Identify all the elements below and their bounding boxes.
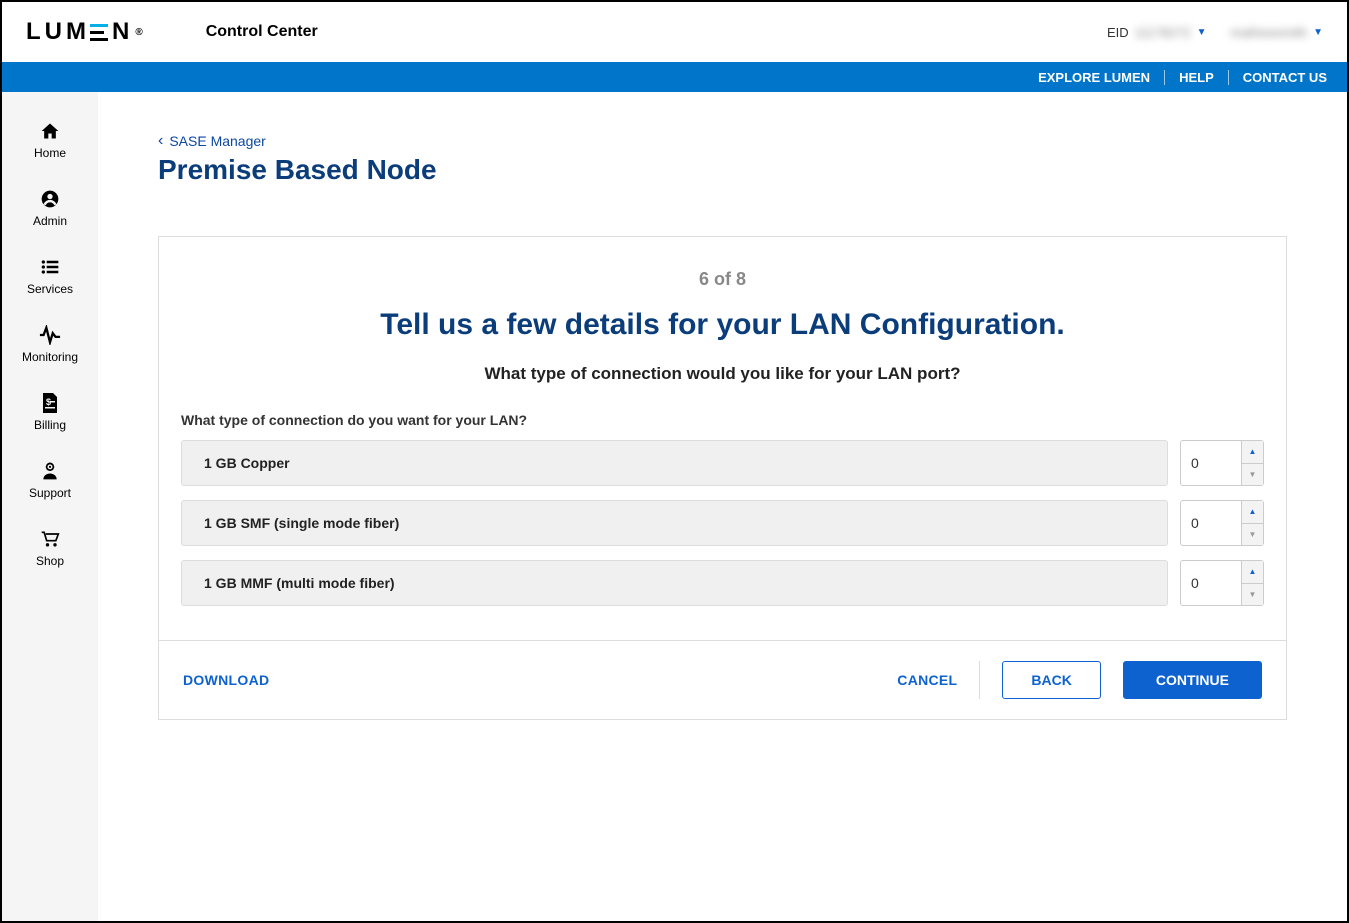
lan-option-name: 1 GB MMF (multi mode fiber) xyxy=(181,560,1168,606)
cancel-button[interactable]: CANCEL xyxy=(897,672,957,688)
user-value: mathewsmith xyxy=(1231,25,1308,40)
user-dropdown[interactable]: mathewsmith ▼ xyxy=(1231,25,1323,40)
sidebar-item-label: Admin xyxy=(33,214,67,228)
user-icon xyxy=(40,188,60,210)
quantity-stepper[interactable]: 0 ▲ ▼ xyxy=(1180,440,1264,486)
app-title: Control Center xyxy=(206,23,318,41)
divider xyxy=(979,661,980,699)
logo-e-icon xyxy=(90,21,110,43)
stepper-down-button[interactable]: ▼ xyxy=(1242,524,1263,546)
gear-user-icon xyxy=(40,460,60,482)
quantity-stepper[interactable]: 0 ▲ ▼ xyxy=(1180,560,1264,606)
lan-option-name: 1 GB SMF (single mode fiber) xyxy=(181,500,1168,546)
eid-label: EID xyxy=(1107,25,1129,40)
eid-value: 11178272 xyxy=(1135,25,1191,40)
sidebar-item-label: Shop xyxy=(36,554,64,568)
list-icon xyxy=(40,256,60,278)
stepper-down-button[interactable]: ▼ xyxy=(1242,584,1263,606)
header-top: LUM N® Control Center EID 11178272 ▼ mat… xyxy=(2,2,1347,62)
stepper-value[interactable]: 0 xyxy=(1181,561,1241,605)
chevron-down-icon: ▼ xyxy=(1197,27,1207,38)
download-button[interactable]: DOWNLOAD xyxy=(183,672,269,688)
nav-explore-lumen[interactable]: EXPLORE LUMEN xyxy=(1024,70,1165,85)
sidebar-item-label: Monitoring xyxy=(22,350,78,364)
logo: LUM N® xyxy=(26,18,146,46)
lan-option-row: 1 GB Copper 0 ▲ ▼ xyxy=(181,440,1264,486)
stepper-up-button[interactable]: ▲ xyxy=(1242,441,1263,464)
sidebar-item-billing[interactable]: $ Billing xyxy=(2,378,98,446)
cart-icon xyxy=(40,528,60,550)
sidebar-item-label: Support xyxy=(29,486,71,500)
stepper-up-button[interactable]: ▲ xyxy=(1242,561,1263,584)
home-icon xyxy=(40,120,60,142)
lan-option-row: 1 GB MMF (multi mode fiber) 0 ▲ ▼ xyxy=(181,560,1264,606)
sidebar: Home Admin Services Monitoring $ Billing xyxy=(2,92,98,921)
wizard-footer: DOWNLOAD CANCEL BACK CONTINUE xyxy=(159,640,1286,719)
stepper-value[interactable]: 0 xyxy=(1181,501,1241,545)
quantity-stepper[interactable]: 0 ▲ ▼ xyxy=(1180,500,1264,546)
sidebar-item-admin[interactable]: Admin xyxy=(2,174,98,242)
sidebar-item-monitoring[interactable]: Monitoring xyxy=(2,310,98,378)
section-label: What type of connection do you want for … xyxy=(181,412,1264,428)
sidebar-item-label: Home xyxy=(34,146,66,160)
invoice-icon: $ xyxy=(41,392,59,414)
sidebar-item-shop[interactable]: Shop xyxy=(2,514,98,582)
sidebar-item-services[interactable]: Services xyxy=(2,242,98,310)
chevron-left-icon: ‹ xyxy=(158,132,163,150)
step-counter: 6 of 8 xyxy=(181,269,1264,290)
lan-option-row: 1 GB SMF (single mode fiber) 0 ▲ ▼ xyxy=(181,500,1264,546)
nav-help[interactable]: HELP xyxy=(1165,70,1229,85)
wizard-subtitle: What type of connection would you like f… xyxy=(181,364,1264,384)
lan-option-name: 1 GB Copper xyxy=(181,440,1168,486)
stepper-down-button[interactable]: ▼ xyxy=(1242,464,1263,486)
stepper-value[interactable]: 0 xyxy=(1181,441,1241,485)
wizard-title: Tell us a few details for your LAN Confi… xyxy=(181,308,1264,342)
sidebar-item-support[interactable]: Support xyxy=(2,446,98,514)
page-title: Premise Based Node xyxy=(158,154,1287,186)
main-content: ‹ SASE Manager Premise Based Node 6 of 8… xyxy=(98,92,1347,921)
chevron-down-icon: ▼ xyxy=(1313,27,1323,38)
back-button[interactable]: BACK xyxy=(1002,661,1100,699)
sidebar-item-label: Services xyxy=(27,282,73,296)
breadcrumb-parent: SASE Manager xyxy=(169,133,266,149)
header-user-area: EID 11178272 ▼ mathewsmith ▼ xyxy=(1107,25,1323,40)
nav-contact-us[interactable]: CONTACT US xyxy=(1229,70,1327,85)
sidebar-item-home[interactable]: Home xyxy=(2,106,98,174)
continue-button[interactable]: CONTINUE xyxy=(1123,661,1262,699)
activity-icon xyxy=(39,324,61,346)
breadcrumb[interactable]: ‹ SASE Manager xyxy=(158,132,1287,150)
top-nav-bar: EXPLORE LUMEN HELP CONTACT US xyxy=(2,62,1347,92)
sidebar-item-label: Billing xyxy=(34,418,66,432)
wizard-card: 6 of 8 Tell us a few details for your LA… xyxy=(158,236,1287,720)
eid-dropdown[interactable]: EID 11178272 ▼ xyxy=(1107,25,1207,40)
stepper-up-button[interactable]: ▲ xyxy=(1242,501,1263,524)
